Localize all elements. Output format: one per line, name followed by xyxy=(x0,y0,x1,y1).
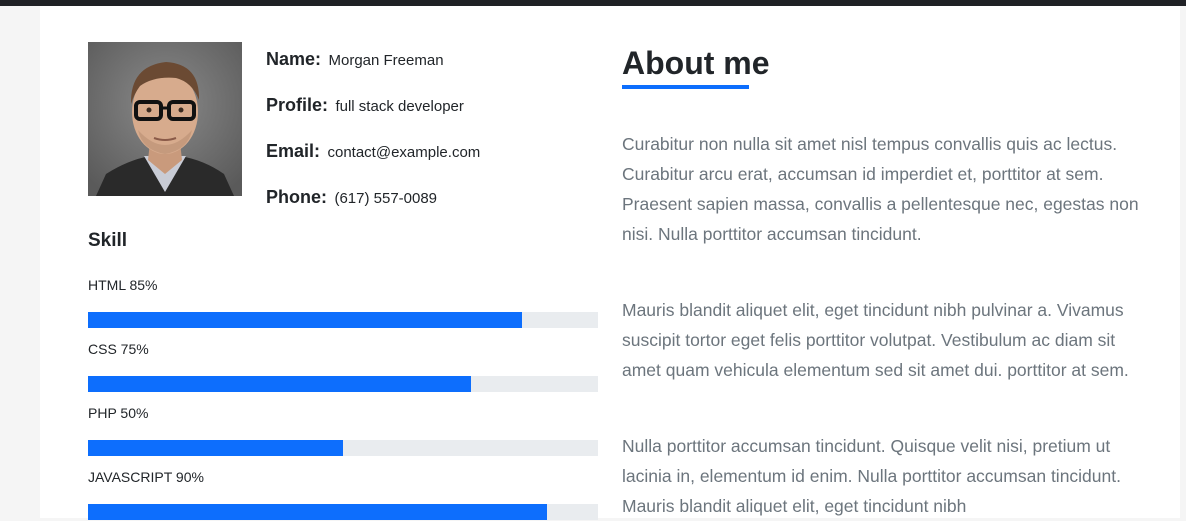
skill-heading: Skill xyxy=(88,230,128,251)
email-label: Email: xyxy=(266,141,321,161)
profile-name-row: Name: Morgan Freeman xyxy=(266,47,444,71)
skill-label-css: CSS 75% xyxy=(88,341,149,357)
profile-label: Profile: xyxy=(266,95,329,115)
progress-track-php xyxy=(88,440,598,456)
email-value: contact@example.com xyxy=(327,144,481,161)
about-paragraph-1: Curabitur non nulla sit amet nisl tempus… xyxy=(622,134,1139,244)
about-paragraph-3: Nulla porttitor accumsan tincidunt. Quis… xyxy=(622,436,1121,516)
progress-track-html xyxy=(88,312,598,328)
name-label: Name: xyxy=(266,49,322,69)
phone-label: Phone: xyxy=(266,187,327,207)
phone-value: (617) 557-0089 xyxy=(334,190,438,207)
progress-bar-html xyxy=(88,312,522,328)
profile-title-row: Profile: full stack developer xyxy=(266,93,464,117)
progress-bar-php xyxy=(88,440,343,456)
profile-value: full stack developer xyxy=(335,98,464,115)
about-heading: About me xyxy=(622,45,770,81)
name-value: Morgan Freeman xyxy=(328,52,444,69)
profile-email-row: Email: contact@example.com xyxy=(266,139,480,163)
about-paragraph-2: Mauris blandit aliquet elit, eget tincid… xyxy=(622,300,1129,380)
progress-track-css xyxy=(88,376,598,392)
about-heading-underline xyxy=(622,85,749,89)
profile-phone-row: Phone: (617) 557-0089 xyxy=(266,185,437,209)
skill-label-html: HTML 85% xyxy=(88,277,158,293)
skill-label-php: PHP 50% xyxy=(88,405,149,421)
progress-bar-css xyxy=(88,376,471,392)
skill-label-javascript: JAVASCRIPT 90% xyxy=(88,469,204,485)
profile-photo xyxy=(88,42,242,196)
